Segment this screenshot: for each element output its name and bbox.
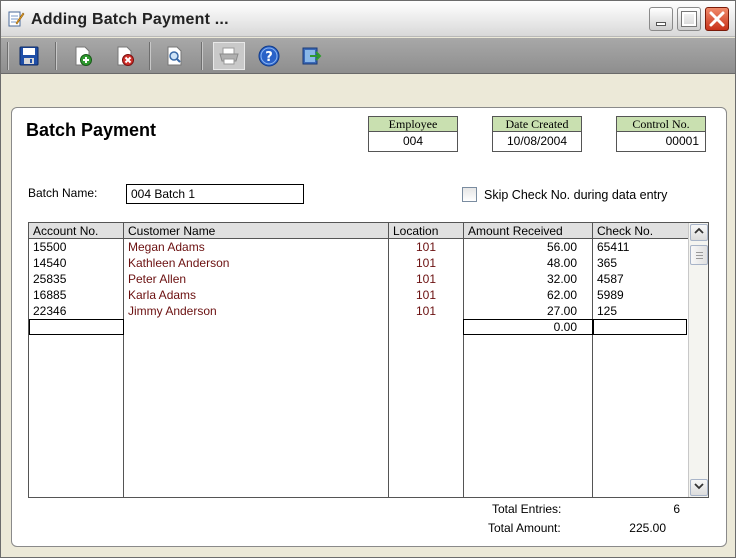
location-cell: 101 [415, 272, 437, 286]
check-no-cell: 65411 [597, 240, 630, 254]
date-created-box: Date Created 10/08/2004 [492, 116, 582, 152]
batch-payment-window: Adding Batch Payment ... ? Batch Payment… [0, 0, 736, 558]
customer-name-cell: Peter Allen [128, 272, 187, 286]
check-no-cell: 5989 [597, 288, 624, 302]
skip-check-no-label: Skip Check No. during data entry [484, 188, 668, 202]
date-created-label: Date Created [493, 117, 581, 132]
close-button[interactable] [705, 7, 729, 31]
preview-button[interactable] [161, 42, 189, 70]
amount-received-cell: 27.00 [546, 304, 577, 318]
employee-box: Employee 004 [368, 116, 458, 152]
batch-name-label: Batch Name: [28, 186, 98, 200]
check-no-cell: 4587 [597, 272, 624, 286]
total-amount-value: 225.00 [629, 521, 666, 535]
account-no-cell: 14540 [33, 256, 67, 270]
table-row[interactable]: 14540 Kathleen Anderson 101 48.00 365 [29, 255, 688, 271]
account-no-cell: 22346 [33, 304, 67, 318]
exit-button[interactable] [297, 42, 325, 70]
amount-received-cell: 32.00 [546, 272, 577, 286]
add-document-icon [75, 46, 92, 66]
location-cell: 101 [415, 288, 437, 302]
save-button[interactable] [15, 42, 43, 70]
toolbar-separator [55, 42, 57, 70]
customer-name-cell: Jimmy Anderson [128, 304, 217, 318]
customer-name-cell: Kathleen Anderson [128, 256, 230, 270]
toolbar: ? [1, 38, 735, 74]
location-cell: 101 [415, 256, 437, 270]
new-amount-received-input[interactable]: 0.00 [463, 319, 593, 335]
table-row[interactable]: 15500 Megan Adams 101 56.00 65411 [29, 239, 688, 255]
window-title: Adding Batch Payment ... [31, 11, 229, 28]
new-account-no-input[interactable] [29, 319, 124, 335]
location-cell: 101 [415, 240, 437, 254]
column-header-check-no[interactable]: Check No. [593, 223, 688, 239]
print-button[interactable] [213, 42, 245, 70]
table-row[interactable]: 16885 Karla Adams 101 62.00 5989 [29, 287, 688, 303]
table-row[interactable]: 22346 Jimmy Anderson 101 27.00 125 [29, 303, 688, 319]
help-button[interactable]: ? [255, 42, 283, 70]
add-entry-button[interactable] [69, 42, 97, 70]
table-row[interactable]: 25835 Peter Allen 101 32.00 4587 [29, 271, 688, 287]
grip-line [696, 252, 703, 253]
svg-text:?: ? [265, 50, 273, 65]
grip-line [696, 255, 703, 256]
control-no-value: 00001 [665, 134, 699, 148]
minimize-button[interactable] [649, 7, 673, 31]
exit-icon [302, 47, 322, 65]
maximize-button[interactable] [677, 7, 701, 31]
account-no-cell: 25835 [33, 272, 67, 286]
edit-document-icon [8, 11, 25, 27]
scroll-up-button[interactable] [690, 224, 708, 241]
batch-name-input[interactable]: 004 Batch 1 [126, 184, 304, 204]
customer-name-cell: Megan Adams [128, 240, 205, 254]
date-created-value: 10/08/2004 [506, 134, 568, 148]
employee-label: Employee [369, 117, 457, 132]
batch-payment-panel: Batch Payment Employee 004 Date Created … [11, 107, 727, 547]
amount-received-cell: 56.00 [546, 240, 577, 254]
employee-value: 004 [402, 134, 424, 148]
title-bar: Adding Batch Payment ... [1, 1, 735, 37]
skip-check-no-checkbox[interactable] [462, 187, 477, 202]
total-entries-value: 6 [673, 502, 680, 516]
check-no-cell: 365 [597, 256, 618, 270]
chevron-up-icon [694, 227, 704, 234]
scroll-thumb[interactable] [690, 245, 708, 265]
account-no-cell: 16885 [33, 288, 67, 302]
grip-line [696, 258, 703, 259]
check-no-cell: 125 [597, 304, 618, 318]
new-check-no-input[interactable] [593, 319, 687, 335]
customer-name-cell: Karla Adams [128, 288, 197, 302]
minimize-icon [656, 22, 666, 26]
chevron-down-icon [694, 483, 704, 490]
column-header-account-no[interactable]: Account No. [29, 223, 124, 239]
column-header-amount-received[interactable]: Amount Received [464, 223, 593, 239]
grid-vertical-scrollbar[interactable] [688, 223, 708, 497]
page-title: Batch Payment [26, 120, 157, 140]
amount-received-cell: 48.00 [546, 256, 577, 270]
total-amount-label: Total Amount: [488, 521, 561, 535]
delete-document-icon [117, 46, 134, 66]
location-cell: 101 [415, 304, 437, 318]
control-no-label: Control No. [617, 117, 705, 132]
help-icon: ? [258, 45, 280, 67]
total-entries-label: Total Entries: [492, 502, 562, 516]
preview-icon [167, 46, 182, 66]
maximize-icon [682, 12, 696, 26]
column-header-location[interactable]: Location [389, 223, 464, 239]
column-header-customer-name[interactable]: Customer Name [124, 223, 389, 239]
close-icon [709, 11, 725, 27]
toolbar-separator [149, 42, 151, 70]
payment-entries-grid[interactable]: Account No. Customer Name Location Amoun… [28, 222, 709, 498]
scroll-down-button[interactable] [690, 479, 708, 496]
printer-icon [219, 47, 239, 65]
account-no-cell: 15500 [33, 240, 67, 254]
save-icon [19, 46, 39, 66]
grid-header: Account No. Customer Name Location Amoun… [29, 223, 688, 239]
control-no-box: Control No. 00001 [616, 116, 706, 152]
delete-entry-button[interactable] [111, 42, 139, 70]
amount-received-cell: 62.00 [546, 288, 577, 302]
toolbar-separator [7, 42, 9, 70]
toolbar-separator [201, 42, 203, 70]
